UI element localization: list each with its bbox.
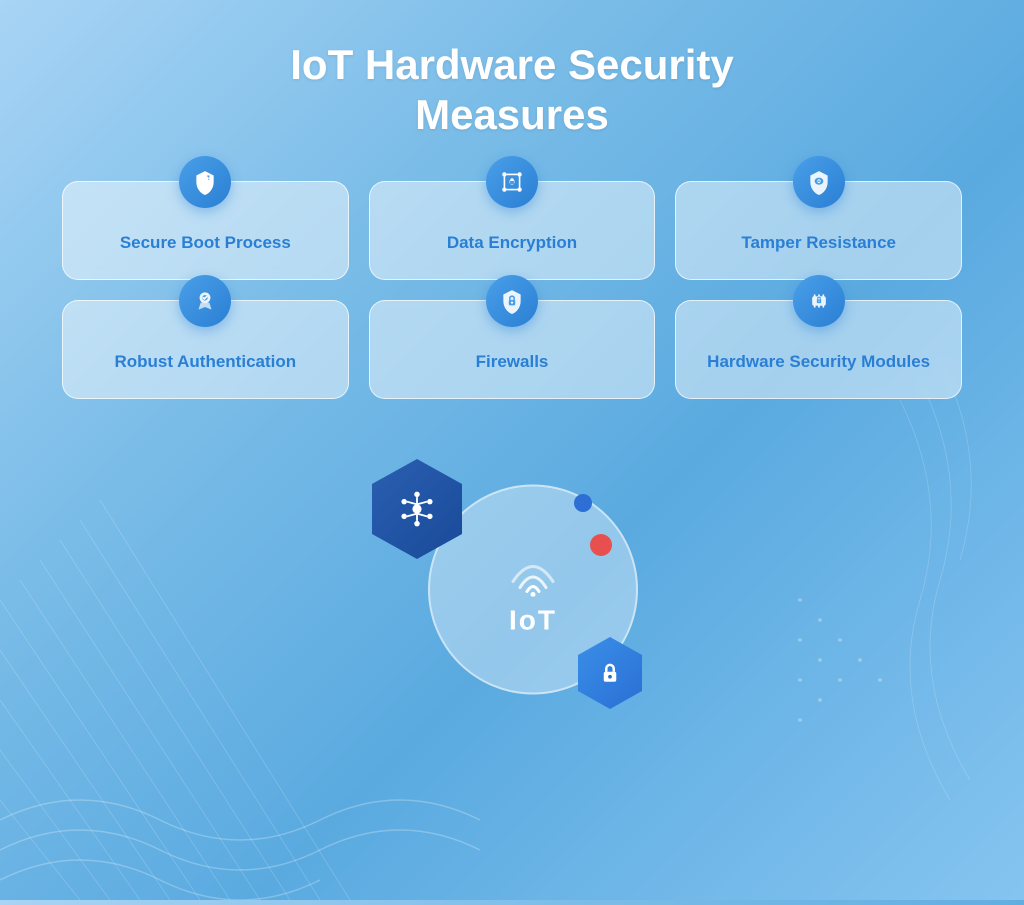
blue-dot [574, 494, 592, 512]
card-secure-boot: Secure Boot Process [62, 181, 349, 280]
bottom-illustration: IoT [312, 439, 712, 719]
robust-auth-icon [179, 275, 231, 327]
card-data-encryption-label: Data Encryption [447, 232, 577, 254]
red-dot [590, 534, 612, 556]
page-title: IoT Hardware Security Measures [290, 40, 733, 141]
card-robust-auth: Robust Authentication [62, 300, 349, 399]
card-hsm: Hardware Security Modules [675, 300, 962, 399]
card-firewalls: Firewalls [369, 300, 656, 399]
main-content: IoT Hardware Security Measures Secure Bo… [0, 0, 1024, 749]
card-robust-auth-label: Robust Authentication [115, 351, 297, 373]
network-hexagon [372, 459, 462, 559]
secure-boot-icon [179, 156, 231, 208]
card-firewalls-label: Firewalls [476, 351, 549, 373]
card-secure-boot-label: Secure Boot Process [120, 232, 291, 254]
cards-grid: Secure Boot Process [62, 181, 962, 399]
hsm-icon [793, 275, 845, 327]
firewalls-icon [486, 275, 538, 327]
data-encryption-icon [486, 156, 538, 208]
card-tamper-resistance-label: Tamper Resistance [741, 232, 896, 254]
card-tamper-resistance: Tamper Resistance [675, 181, 962, 280]
card-hsm-label: Hardware Security Modules [707, 351, 930, 373]
iot-label: IoT [509, 605, 557, 637]
card-data-encryption: Data Encryption [369, 181, 656, 280]
tamper-resistance-icon [793, 156, 845, 208]
lock-hexagon [578, 637, 642, 709]
